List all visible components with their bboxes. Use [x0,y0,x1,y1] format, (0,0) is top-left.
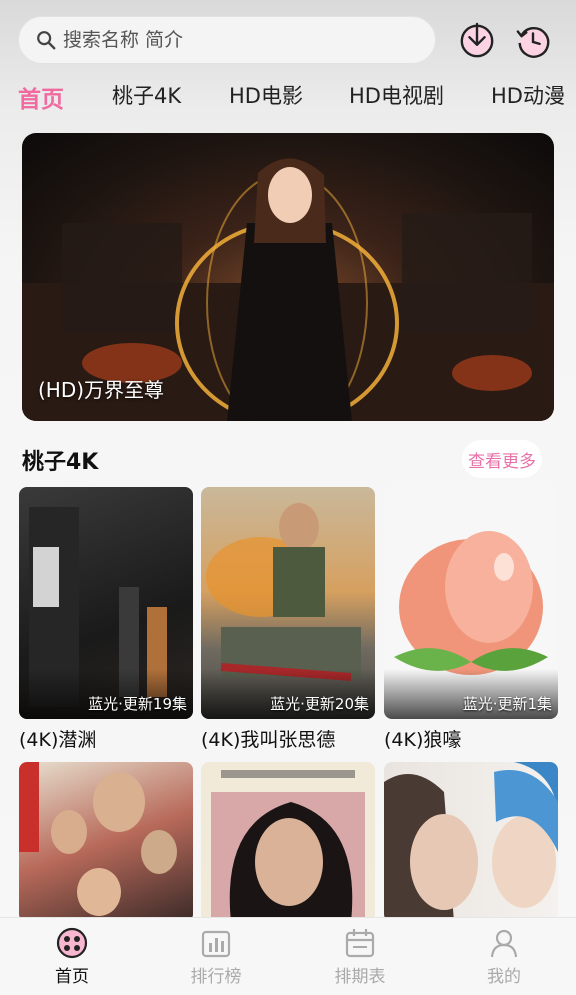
video-poster [19,762,193,922]
section-title: 桃子4K [22,450,99,475]
video-card[interactable] [384,762,558,922]
nav-label: 首页 [55,967,89,987]
bottom-navigation: 首页 排行榜 排期表 我的 [0,917,576,995]
top-bar [18,16,558,66]
video-card[interactable] [19,762,193,922]
profile-icon [490,929,518,958]
nav-schedule[interactable]: 排期表 [310,926,410,987]
tab-hd-tv[interactable]: HD电视剧 [349,80,444,110]
nav-home[interactable]: 首页 [22,926,122,987]
video-card[interactable] [201,762,375,922]
video-tag: 蓝光·更新1集 [462,695,552,713]
search-input[interactable] [63,29,403,51]
search-bar[interactable] [18,16,436,64]
video-card[interactable]: 蓝光·更新19集 (4K)潜渊 [19,487,193,752]
tab-hd-movie[interactable]: HD电影 [229,80,303,110]
tab-home[interactable]: 首页 [18,80,64,114]
home-icon [56,927,88,959]
history-icon[interactable] [514,22,552,60]
video-tag: 蓝光·更新19集 [88,695,187,713]
ranking-icon [201,930,231,958]
video-card[interactable]: 蓝光·更新20集 (4K)我叫张思德 [201,487,375,752]
tab-hd-anime[interactable]: HD动漫 [491,80,565,110]
nav-label: 排期表 [334,967,386,987]
nav-ranking[interactable]: 排行榜 [166,926,266,987]
download-icon[interactable] [458,22,496,60]
nav-profile[interactable]: 我的 [454,926,554,987]
search-icon [37,31,56,50]
category-tabs: 首页 桃子4K HD电影 HD电视剧 HD动漫 [0,80,576,120]
video-poster [384,762,558,922]
tab-taozi-4k[interactable]: 桃子4K [112,80,181,110]
video-poster: 蓝光·更新19集 [19,487,193,719]
featured-banner[interactable]: (HD)万界至尊 [22,133,554,421]
video-poster: 蓝光·更新20集 [201,487,375,719]
schedule-icon [345,929,375,958]
video-tag: 蓝光·更新20集 [270,695,369,713]
video-poster [201,762,375,922]
banner-title: (HD)万界至尊 [38,378,165,402]
nav-label: 排行榜 [190,967,242,987]
video-title: (4K)潜渊 [19,729,97,751]
video-title: (4K)狼嚎 [384,729,462,751]
video-card[interactable]: 蓝光·更新1集 (4K)狼嚎 [384,487,558,752]
video-poster: 蓝光·更新1集 [384,487,558,719]
video-title: (4K)我叫张思德 [201,729,336,751]
nav-label: 我的 [487,967,521,987]
view-more-button[interactable]: 查看更多 [462,440,542,478]
